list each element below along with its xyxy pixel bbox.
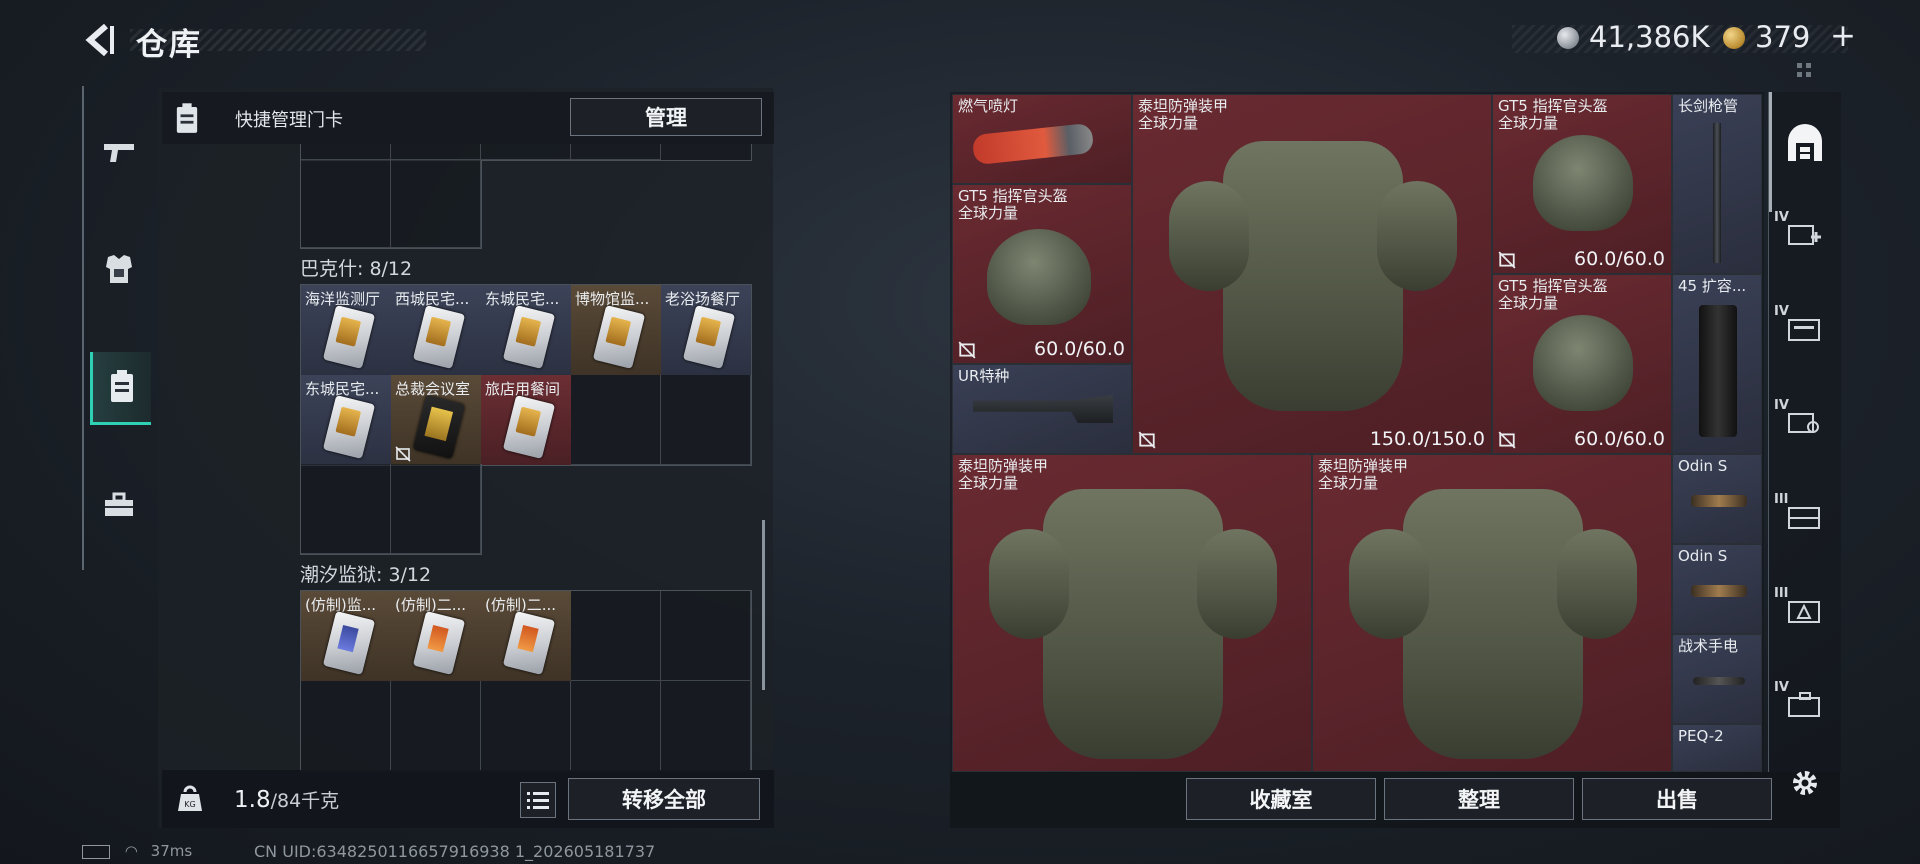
section-title: 潮汐监狱: 3/12 bbox=[300, 564, 432, 586]
folder-icon bbox=[1788, 319, 1820, 341]
inventory-item[interactable]: PEQ-2 bbox=[1672, 724, 1762, 772]
case-icon bbox=[1788, 692, 1820, 717]
transfer-all-button[interactable]: 转移全部 bbox=[568, 778, 760, 820]
container-slot[interactable]: III bbox=[1774, 582, 1836, 644]
inventory-item[interactable]: GT5 指挥官头盔 全球力量 60.0/60.0 bbox=[952, 184, 1132, 364]
keycard-manager-label: 快捷管理门卡 bbox=[235, 110, 343, 131]
container-slot[interactable]: IV bbox=[1774, 300, 1836, 362]
container-slot[interactable]: III bbox=[1774, 488, 1836, 550]
no-trade-icon bbox=[1498, 431, 1516, 449]
inventory-item[interactable]: 45 扩容... bbox=[1672, 274, 1762, 454]
keycard-grid-prison: (仿制)监... (仿制)二... (仿制)二... bbox=[300, 590, 752, 772]
keycard-item[interactable]: 东城民宅... bbox=[301, 375, 391, 465]
keycard-item[interactable]: (仿制)二... bbox=[481, 591, 571, 681]
weight-icon: KG bbox=[172, 780, 208, 816]
back-arrow-icon[interactable] bbox=[82, 22, 118, 58]
keycard-item[interactable]: (仿制)监... bbox=[301, 591, 391, 681]
inventory-item[interactable]: GT5 指挥官头盔 全球力量 60.0/60.0 bbox=[1492, 94, 1672, 274]
armor-vest-icon bbox=[106, 255, 132, 283]
keycard-item[interactable]: 老浴场餐厅 bbox=[661, 285, 751, 375]
inventory-item[interactable]: 燃气喷灯 bbox=[952, 94, 1132, 184]
toolbox-icon bbox=[105, 492, 133, 516]
inventory-item[interactable]: 战术手电 bbox=[1672, 634, 1762, 724]
search-box-icon bbox=[1788, 413, 1819, 433]
container-rail-scrollbar[interactable] bbox=[1769, 92, 1772, 212]
no-trade-icon bbox=[958, 341, 976, 359]
storage-scrollbar[interactable] bbox=[762, 520, 765, 690]
currency-amount: 41,386K bbox=[1589, 20, 1710, 54]
gear-icon bbox=[1793, 771, 1817, 795]
grid-dots-icon[interactable] bbox=[1796, 62, 1812, 78]
page-title: 仓库 bbox=[136, 27, 202, 63]
no-trade-icon bbox=[395, 446, 411, 462]
network-status: ◠ 37ms bbox=[82, 842, 192, 860]
add-currency-button[interactable]: + bbox=[1830, 18, 1856, 54]
inventory-item[interactable]: Odin S bbox=[1672, 454, 1762, 544]
inventory-item[interactable]: GT5 指挥官头盔 全球力量 60.0/60.0 bbox=[1492, 274, 1672, 454]
list-view-button[interactable] bbox=[520, 782, 556, 818]
sell-button[interactable]: 出售 bbox=[1582, 778, 1772, 820]
keycard-item[interactable]: 东城民宅... bbox=[481, 285, 571, 375]
no-trade-icon bbox=[1498, 251, 1516, 269]
wifi-icon: ◠ bbox=[124, 842, 138, 860]
keycard-icon bbox=[168, 100, 206, 138]
container-slot[interactable]: IV bbox=[1774, 206, 1836, 268]
inventory-item[interactable]: UR特种 bbox=[952, 364, 1132, 454]
crate-icon bbox=[1788, 507, 1820, 529]
keycard-grid-previous bbox=[300, 144, 752, 161]
warehouse-icon bbox=[1788, 124, 1822, 161]
silver-coin-icon bbox=[1557, 27, 1579, 49]
rail-keycards[interactable] bbox=[90, 352, 151, 425]
list-icon bbox=[527, 792, 549, 809]
premium-currency-amount: 379 bbox=[1755, 20, 1811, 54]
collection-room-button[interactable]: 收藏室 bbox=[1186, 778, 1376, 820]
container-slot[interactable]: IV bbox=[1774, 676, 1836, 738]
inventory-item[interactable]: 泰坦防弹装甲 全球力量 bbox=[952, 454, 1312, 772]
storage-home-button[interactable] bbox=[1774, 112, 1836, 174]
inventory-item[interactable]: 泰坦防弹装甲 全球力量 bbox=[1312, 454, 1672, 772]
keycard-item[interactable]: 旅店用餐间 bbox=[481, 375, 571, 465]
user-uid: CN UID:6348250116657916938 1_20260518173… bbox=[254, 842, 656, 861]
warning-box-icon bbox=[1788, 601, 1820, 623]
rail-armor[interactable] bbox=[90, 234, 148, 304]
pistol-icon bbox=[104, 144, 134, 162]
inventory-item[interactable]: 泰坦防弹装甲 全球力量 150.0/150.0 bbox=[1132, 94, 1492, 454]
rail-tools[interactable] bbox=[90, 470, 148, 540]
carry-weight: 1.8/84千克 bbox=[234, 787, 340, 813]
keycard-item[interactable]: 总裁会议室 bbox=[391, 375, 481, 465]
battery-icon bbox=[82, 844, 110, 859]
keycard-grid-previous-row bbox=[300, 160, 482, 249]
settings-button[interactable] bbox=[1774, 752, 1836, 814]
rail-weapons[interactable] bbox=[90, 118, 148, 188]
section-title: 巴克什: 8/12 bbox=[300, 258, 413, 280]
svg-text:KG: KG bbox=[184, 800, 195, 809]
manage-button[interactable]: 管理 bbox=[570, 98, 762, 136]
sort-button[interactable]: 整理 bbox=[1384, 778, 1574, 820]
gold-coin-icon bbox=[1723, 27, 1745, 49]
keycard-grid-empty-row bbox=[300, 464, 482, 555]
keycard-item[interactable]: (仿制)二... bbox=[391, 591, 481, 681]
keycard-item[interactable]: 西城民宅... bbox=[391, 285, 481, 375]
keycard-item[interactable]: 海洋监测厅 bbox=[301, 285, 391, 375]
keycard-icon bbox=[111, 370, 133, 402]
keycard-item[interactable]: 博物馆监... bbox=[571, 285, 661, 375]
keycard-grid-bakesh: 海洋监测厅 西城民宅... 东城民宅... 博物馆监... 老浴场餐厅 东城民宅… bbox=[300, 284, 752, 466]
inventory-item[interactable]: 长剑枪管 bbox=[1672, 94, 1762, 274]
inventory-item[interactable]: Odin S bbox=[1672, 544, 1762, 634]
no-trade-icon bbox=[1138, 431, 1156, 449]
container-slot[interactable]: IV bbox=[1774, 394, 1836, 456]
add-container-icon bbox=[1788, 225, 1821, 245]
